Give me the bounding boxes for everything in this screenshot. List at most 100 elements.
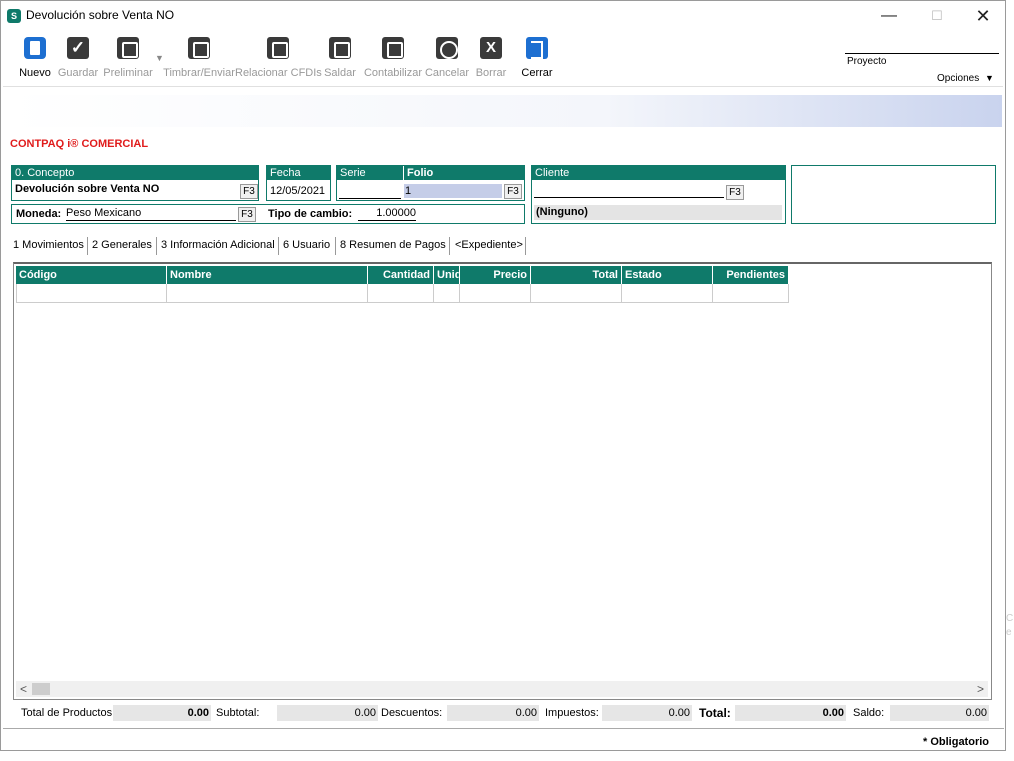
scroll-thumb[interactable] (32, 683, 50, 695)
moneda-input[interactable]: Peso Mexicano (66, 207, 236, 221)
saldo-value: 0.00 (890, 705, 989, 721)
horizontal-scrollbar[interactable]: < > (16, 681, 988, 697)
preliminar-button[interactable]: Preliminar (103, 35, 153, 83)
opciones-menu[interactable]: Opciones ▼ (937, 73, 994, 84)
fecha-input[interactable]: 12/05/2021 (270, 185, 325, 197)
guardar-button[interactable]: ✓ Guardar (55, 35, 101, 83)
movements-grid[interactable]: Código Nombre Cantidad Unid Precio Total… (13, 262, 992, 700)
cancelar-label: Cancelar (424, 67, 470, 79)
borrar-button[interactable]: X Borrar (473, 35, 509, 83)
col-codigo[interactable]: Código (16, 266, 167, 284)
nuevo-label: Nuevo (19, 67, 51, 79)
total-label: Total: (699, 706, 731, 720)
settle-icon (329, 37, 351, 59)
impuestos-value: 0.00 (602, 705, 692, 721)
serie-label: Serie (337, 166, 403, 180)
cell-nombre[interactable] (167, 284, 368, 303)
cliente-f3-button[interactable]: F3 (726, 185, 744, 200)
relacionar-cfdis-button[interactable]: Relacionar CFDIs (235, 35, 322, 83)
tab-informacion-adicional[interactable]: 3 Información Adicional (161, 239, 275, 251)
cell-total[interactable] (531, 284, 622, 303)
totals-bar: Total de Productos: 0.00 Subtotal: 0.00 … (15, 704, 991, 722)
impuestos-label: Impuestos: (545, 707, 599, 719)
folio-f3-button[interactable]: F3 (504, 184, 522, 199)
toolbar: Nuevo ✓ Guardar Preliminar ▼ Timbrar/Env… (3, 31, 1003, 87)
col-total[interactable]: Total (531, 266, 622, 284)
timbrar-enviar-button[interactable]: Timbrar/Enviar (163, 35, 235, 83)
serie-input[interactable] (339, 185, 401, 199)
cell-codigo[interactable] (16, 284, 167, 303)
relacionar-cfdis-label: Relacionar CFDIs (235, 67, 322, 79)
cancelar-button[interactable]: Cancelar (424, 35, 470, 83)
proyecto-field[interactable] (845, 53, 999, 54)
required-note: * Obligatorio (923, 736, 989, 748)
cell-unidad[interactable] (434, 284, 460, 303)
caret-down-icon: ▼ (985, 73, 994, 83)
document-header: 0. Concepto Devolución sobre Venta NO F3… (9, 163, 999, 229)
cerrar-button[interactable]: Cerrar (518, 35, 556, 83)
concepto-value[interactable]: Devolución sobre Venta NO (15, 183, 159, 195)
concepto-box: 0. Concepto Devolución sobre Venta NO F3 (11, 165, 259, 201)
concepto-f3-button[interactable]: F3 (240, 184, 258, 199)
timbrar-enviar-label: Timbrar/Enviar (163, 67, 235, 79)
tab-expediente[interactable]: <Expediente> (455, 239, 523, 251)
col-precio[interactable]: Precio (460, 266, 531, 284)
saldar-label: Saldar (324, 67, 356, 79)
extra-info-box (791, 165, 996, 224)
scroll-right-icon[interactable]: > (977, 681, 984, 697)
saldo-label: Saldo: (853, 707, 885, 719)
preview-icon (117, 37, 139, 59)
col-unidad[interactable]: Unid (434, 266, 460, 284)
guardar-label: Guardar (57, 67, 99, 79)
total-productos-label: Total de Productos: (21, 707, 116, 719)
cell-estado[interactable] (622, 284, 713, 303)
tab-separator (278, 237, 279, 255)
checkmark-icon: ✓ (67, 37, 89, 59)
tab-generales[interactable]: 2 Generales (92, 239, 152, 251)
cell-pendientes[interactable] (713, 284, 789, 303)
new-document-icon (24, 37, 46, 59)
cancel-icon (436, 37, 458, 59)
concepto-label: 0. Concepto (12, 166, 258, 180)
subtotal-value: 0.00 (277, 705, 378, 721)
tab-resumen-pagos[interactable]: 8 Resumen de Pagos (340, 239, 446, 251)
total-value: 0.00 (735, 705, 846, 721)
footer-divider (3, 728, 1004, 729)
stamp-send-icon (188, 37, 210, 59)
total-productos-value: 0.00 (113, 705, 211, 721)
maximize-icon[interactable]: ☐ (917, 4, 957, 28)
banner-strip (7, 95, 1002, 127)
preliminar-label: Preliminar (103, 67, 153, 79)
app-logo-icon: S (7, 9, 21, 23)
col-cantidad[interactable]: Cantidad (368, 266, 434, 284)
saldar-button[interactable]: Saldar (323, 35, 357, 83)
moneda-label: Moneda: (16, 208, 62, 220)
tab-separator (156, 237, 157, 255)
cliente-input[interactable] (534, 184, 724, 198)
folio-label: Folio (404, 166, 525, 180)
scroll-left-icon[interactable]: < (20, 681, 27, 697)
contabilizar-button[interactable]: Contabilizar (363, 35, 423, 83)
fecha-box: Fecha 12/05/2021 (266, 165, 331, 201)
descuentos-value: 0.00 (447, 705, 539, 721)
contabilizar-label: Contabilizar (363, 67, 423, 79)
cell-cantidad[interactable] (368, 284, 434, 303)
fecha-label: Fecha (267, 166, 330, 180)
moneda-f3-button[interactable]: F3 (238, 207, 256, 222)
tab-movimientos[interactable]: 1 Movimientos (13, 239, 84, 251)
close-icon[interactable]: ✕ (963, 4, 1003, 28)
tab-usuario[interactable]: 6 Usuario (283, 239, 330, 251)
tab-separator (525, 237, 526, 255)
nuevo-button[interactable]: Nuevo (17, 35, 53, 83)
col-estado[interactable]: Estado (622, 266, 713, 284)
folio-input[interactable]: 1 (404, 184, 502, 198)
cerrar-label: Cerrar (521, 67, 553, 79)
minimize-icon[interactable]: — (869, 4, 909, 28)
borrar-label: Borrar (475, 67, 507, 79)
col-nombre[interactable]: Nombre (167, 266, 368, 284)
tipo-cambio-input[interactable]: 1.00000 (358, 207, 416, 221)
opciones-label: Opciones (937, 73, 980, 84)
cell-precio[interactable] (460, 284, 531, 303)
brand-title: CONTPAQ i® COMERCIAL (10, 138, 149, 150)
col-pendientes[interactable]: Pendientes (713, 266, 789, 284)
